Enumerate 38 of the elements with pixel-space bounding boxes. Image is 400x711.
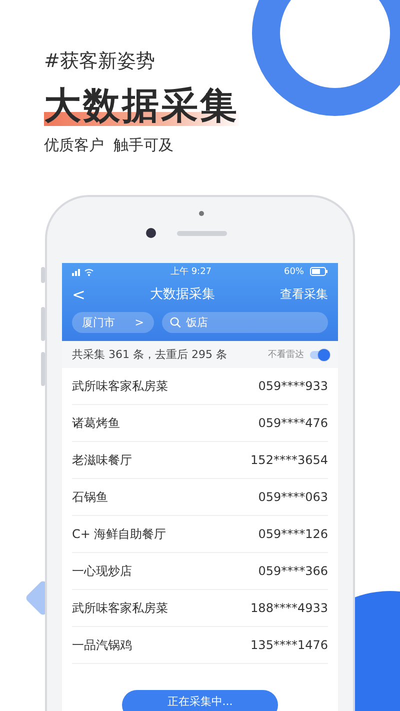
collecting-button[interactable]: 正在采集中... bbox=[122, 690, 278, 711]
phone-number: 059****476 bbox=[258, 416, 328, 430]
battery-icon bbox=[310, 267, 328, 276]
tagline: #获客新姿势 bbox=[44, 49, 156, 74]
result-row[interactable]: 武所味客家私房菜 188****4933 bbox=[72, 590, 328, 627]
toggle-label: 不看雷达 bbox=[268, 348, 304, 361]
phone-number: 135****1476 bbox=[250, 638, 328, 652]
business-name: 老滋味餐厅 bbox=[72, 452, 132, 468]
search-icon bbox=[170, 317, 181, 328]
business-name: 一品汽锅鸡 bbox=[72, 636, 132, 654]
result-row[interactable]: 武所味客家私房菜 059****933 bbox=[72, 368, 328, 405]
speaker-icon bbox=[177, 231, 227, 236]
business-name: C+ 海鲜自助餐厅 bbox=[72, 526, 166, 542]
business-name: 诸葛烤鱼 bbox=[72, 414, 120, 432]
subline: 优质客户 触手可及 bbox=[44, 136, 175, 155]
business-name: 一心现炒店 bbox=[72, 562, 132, 580]
status-time: 上午 9:27 bbox=[170, 266, 212, 278]
phone-number: 059****933 bbox=[258, 379, 328, 393]
result-row[interactable]: C+ 海鲜自助餐厅 059****126 bbox=[72, 516, 328, 553]
result-row[interactable]: 一品汽锅鸡 135****1476 bbox=[72, 627, 328, 664]
result-row[interactable]: 石锅鱼 059****063 bbox=[72, 479, 328, 516]
phone-number: 059****366 bbox=[258, 564, 328, 578]
sensor-icon bbox=[199, 211, 204, 216]
battery-percent: 60% bbox=[284, 266, 304, 276]
result-row[interactable]: 诸葛烤鱼 059****476 bbox=[72, 405, 328, 442]
phone-number: 152****3654 bbox=[250, 453, 328, 467]
business-name: 石锅鱼 bbox=[72, 488, 108, 506]
camera-icon bbox=[146, 228, 156, 238]
result-row[interactable]: 老滋味餐厅 152****3654 bbox=[72, 442, 328, 479]
screen-title: 大数据采集 bbox=[150, 286, 216, 303]
result-row[interactable]: 一心现炒店 059****366 bbox=[72, 553, 328, 590]
phone-number: 188****4933 bbox=[250, 601, 328, 615]
phone-number: 059****126 bbox=[258, 527, 328, 541]
business-name: 武所味客家私房菜 bbox=[72, 600, 168, 616]
business-name: 武所味客家私房菜 bbox=[72, 378, 168, 394]
phone-number: 059****063 bbox=[258, 490, 328, 504]
radar-toggle[interactable] bbox=[310, 350, 328, 358]
summary-text: 共采集 361 条，去重后 295 条 bbox=[72, 347, 227, 362]
